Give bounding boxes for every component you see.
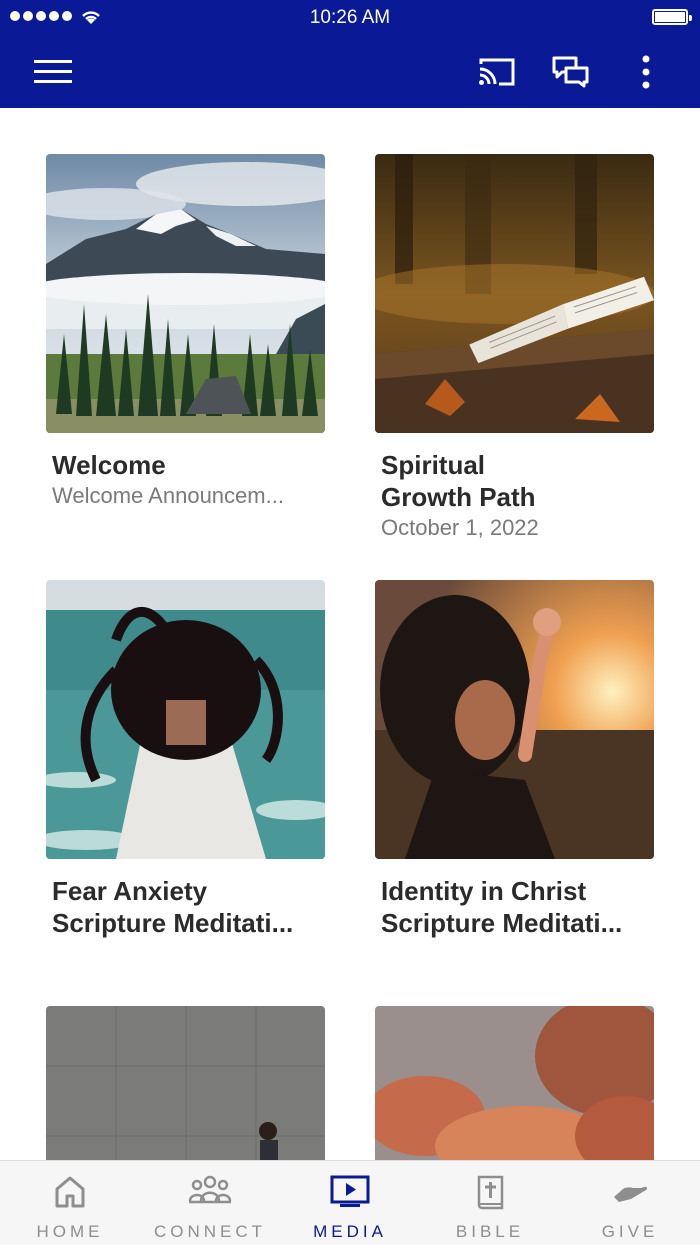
media-thumbnail-ocean-woman	[46, 580, 325, 859]
media-thumbnail-sunset-woman	[375, 580, 654, 859]
tab-label: GIVE	[601, 1222, 659, 1241]
battery-icon	[652, 9, 692, 25]
tv-play-icon	[330, 1175, 370, 1207]
media-card-fear-anxiety[interactable]: Fear Anxiety Scripture Meditati...	[46, 580, 325, 939]
bottom-tab-bar: HOME CONNECT MEDIA BIBLE GIVE	[0, 1160, 700, 1245]
media-thumbnail-sunset-clouds	[375, 1006, 654, 1160]
status-time: 10:26 AM	[309, 7, 391, 28]
give-hand-icon	[614, 1186, 648, 1202]
tab-media[interactable]: MEDIA	[280, 1161, 420, 1245]
tab-connect[interactable]: CONNECT	[140, 1161, 280, 1245]
media-title: Spiritual Growth Path	[381, 450, 536, 512]
media-card-welcome[interactable]: Welcome Welcome Announcem...	[46, 154, 325, 511]
media-title: Identity in Christ Scripture Meditati...	[381, 876, 623, 938]
cast-icon[interactable]	[477, 52, 517, 92]
home-icon	[55, 1176, 85, 1208]
tab-label: BIBLE	[455, 1222, 525, 1241]
people-icon	[188, 1175, 232, 1204]
media-grid: Welcome Welcome Announcem... Spiritual G…	[0, 108, 700, 1160]
tab-label: CONNECT	[153, 1222, 267, 1241]
hamburger-icon[interactable]	[33, 52, 73, 92]
media-subtitle: Welcome Announcem...	[52, 483, 284, 508]
status-bar: 10:26 AM	[0, 0, 700, 36]
tab-give[interactable]: GIVE	[560, 1161, 700, 1245]
media-title: Welcome	[52, 450, 166, 480]
media-card-identity-christ[interactable]: Identity in Christ Scripture Meditati...	[375, 580, 654, 939]
bible-icon	[477, 1175, 504, 1210]
media-thumbnail-concrete-wall	[46, 1006, 325, 1160]
media-title: Fear Anxiety Scripture Meditati...	[52, 876, 294, 938]
media-card-wall-walker[interactable]	[46, 1006, 325, 1160]
media-card-clouds[interactable]	[375, 1006, 654, 1160]
media-subtitle: October 1, 2022	[381, 515, 539, 540]
tab-home[interactable]: HOME	[0, 1161, 140, 1245]
tab-bible[interactable]: BIBLE	[420, 1161, 560, 1245]
app-header	[0, 36, 700, 108]
media-thumbnail-bible	[375, 154, 654, 433]
more-vertical-icon[interactable]	[626, 52, 666, 92]
tab-label: MEDIA	[313, 1222, 387, 1241]
tab-label: HOME	[36, 1222, 104, 1241]
media-card-spiritual-growth[interactable]: Spiritual Growth Path October 1, 2022	[375, 154, 654, 543]
media-thumbnail-mountains	[46, 154, 325, 433]
chat-icon[interactable]	[551, 52, 591, 92]
